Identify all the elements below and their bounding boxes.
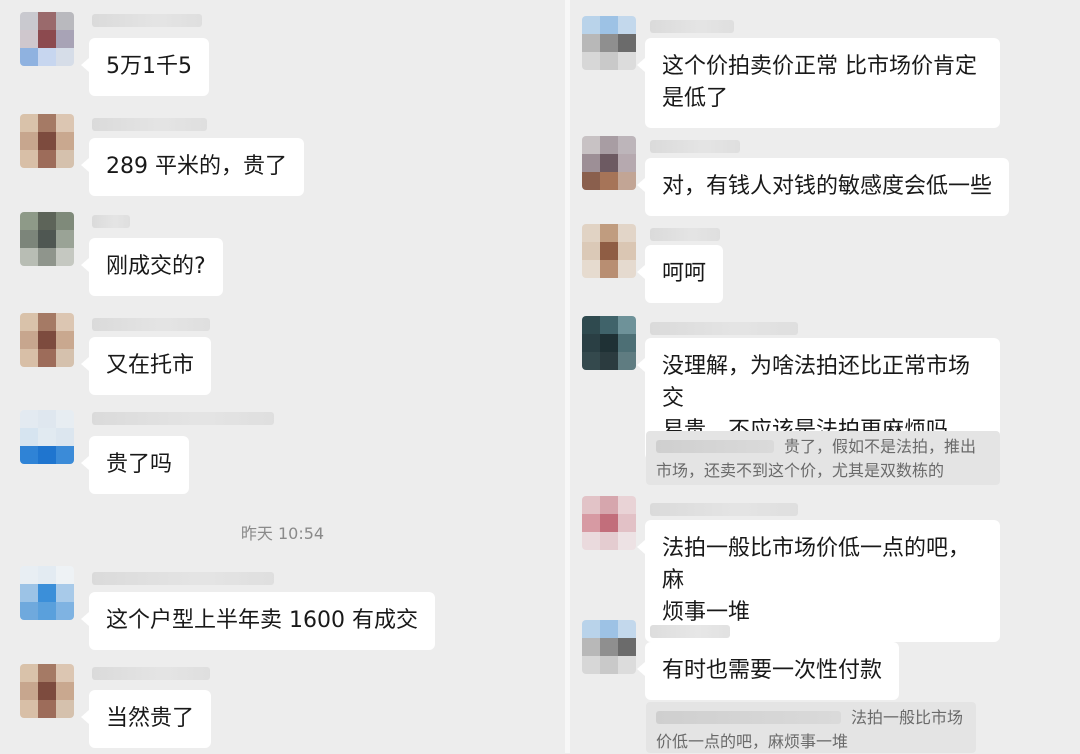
- sender-name-blurred: [92, 667, 210, 680]
- sender-name-blurred: [92, 118, 207, 131]
- sender-name-blurred: [92, 318, 210, 331]
- sender-name-blurred: [650, 228, 720, 241]
- message-bubble[interactable]: 当然贵了: [80, 690, 212, 748]
- quoted-reply[interactable]: 法拍一般比市场 价低一点的吧，麻烦事一堆: [646, 702, 976, 753]
- avatar[interactable]: [582, 620, 636, 674]
- quote-text: 价低一点的吧，麻烦事一堆: [656, 732, 849, 751]
- avatar[interactable]: [20, 410, 74, 464]
- quoted-reply[interactable]: 贵了，假如不是法拍，推出 市场，还卖不到这个价，尤其是双数栋的: [646, 431, 1000, 485]
- message-bubble[interactable]: 对，有钱人对钱的敏感度会低一些: [636, 158, 1010, 216]
- sender-name-blurred: [92, 572, 274, 585]
- sender-name-blurred: [650, 503, 798, 516]
- sender-name-blurred: [92, 215, 130, 228]
- message-bubble[interactable]: 289 平米的，贵了: [81, 138, 304, 196]
- message-bubble[interactable]: 贵了吗: [80, 436, 190, 494]
- timestamp: 昨天 10:54: [240, 524, 325, 543]
- avatar[interactable]: [20, 664, 74, 718]
- sender-name-blurred: [650, 322, 798, 335]
- avatar[interactable]: [20, 212, 74, 266]
- message-bubble[interactable]: 这个户型上半年卖 1600 有成交: [81, 592, 435, 650]
- message-bubble[interactable]: 5万1千5: [81, 38, 209, 96]
- sender-name-blurred: [92, 412, 274, 425]
- message-bubble[interactable]: 呵呵: [636, 245, 724, 303]
- avatar[interactable]: [582, 496, 636, 550]
- avatar[interactable]: [582, 136, 636, 190]
- chat-panel-right: 这个价拍卖价正常 比市场价肯定 是低了 对，有钱人对钱的敏感度会低一些 呵呵 没…: [570, 0, 1080, 753]
- sender-name-blurred: [92, 14, 202, 27]
- message-bubble[interactable]: 又在托市: [80, 337, 212, 395]
- avatar[interactable]: [20, 313, 74, 367]
- avatar[interactable]: [20, 566, 74, 620]
- chat-panel-left: 5万1千5 289 平米的，贵了 刚成交的? 又在托市 贵了吗 昨天 10:54…: [0, 0, 565, 753]
- sender-name-blurred: [650, 140, 740, 153]
- message-bubble[interactable]: 刚成交的?: [81, 238, 223, 296]
- message-bubble[interactable]: 这个价拍卖价正常 比市场价肯定 是低了: [637, 38, 1000, 128]
- quote-text: 贵了，假如不是法拍，推出: [784, 437, 977, 456]
- quoted-sender-blurred: [656, 711, 841, 724]
- quote-text: 法拍一般比市场: [851, 708, 964, 727]
- avatar[interactable]: [582, 16, 636, 70]
- avatar[interactable]: [582, 224, 636, 278]
- message-bubble[interactable]: 法拍一般比市场价低一点的吧，麻 烦事一堆: [637, 520, 1000, 642]
- quote-text: 市场，还卖不到这个价，尤其是双数栋的: [656, 461, 945, 480]
- avatar[interactable]: [20, 114, 74, 168]
- sender-name-blurred: [650, 625, 730, 638]
- message-bubble[interactable]: 有时也需要一次性付款: [636, 642, 900, 700]
- avatar[interactable]: [20, 12, 74, 66]
- sender-name-blurred: [650, 20, 734, 33]
- avatar[interactable]: [582, 316, 636, 370]
- quoted-sender-blurred: [656, 440, 774, 453]
